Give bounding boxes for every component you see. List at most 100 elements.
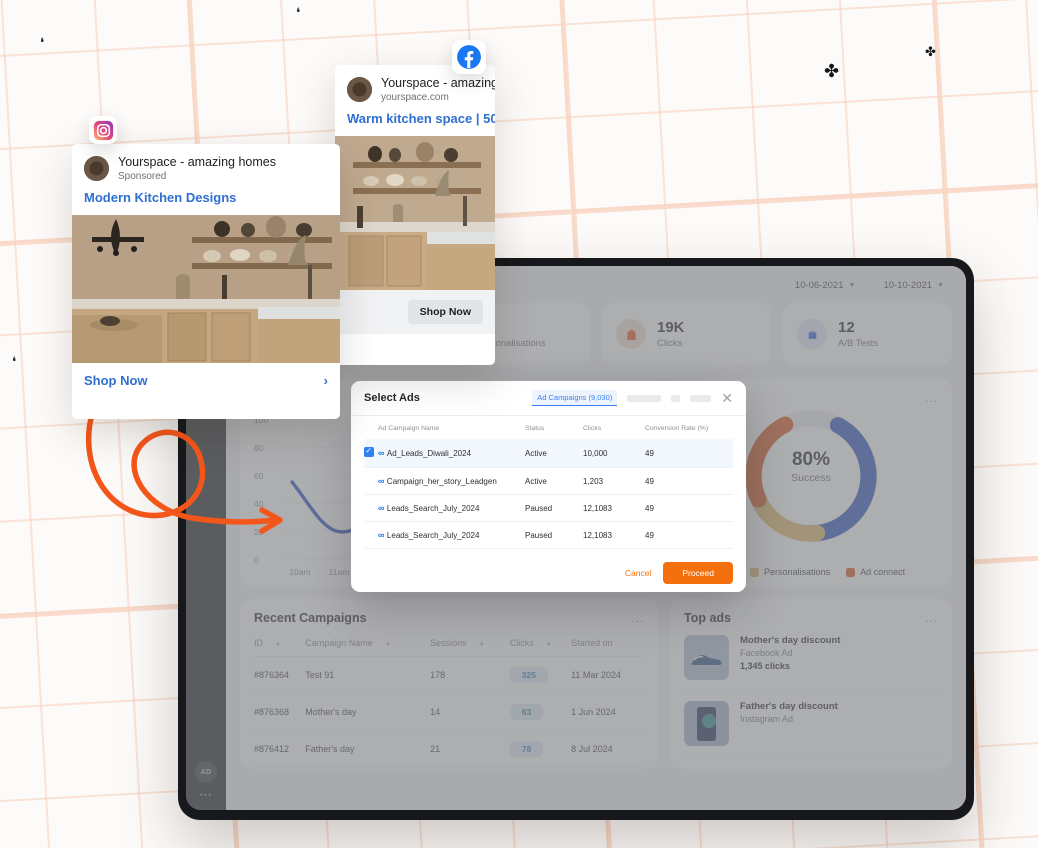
cell-clicks: 325 [509, 656, 572, 694]
column-header-name[interactable]: Campaign Name ▼ [305, 633, 431, 657]
sort-icon: ▼ [275, 642, 281, 648]
cell-cvr: 49 [645, 494, 733, 522]
column-header-id[interactable]: ID ▼ [254, 633, 306, 657]
tab-placeholder[interactable] [690, 394, 712, 402]
cell-clicks: 12,1083 [583, 494, 645, 522]
modal-body: Ad Campaign Name Status Clicks Conversio… [351, 416, 746, 554]
modal-header: Select Ads Ad Campaigns (9,030) ✕ [351, 381, 746, 416]
fb-ad-headline[interactable]: Warm kitchen space | 50% off [335, 108, 495, 136]
cell-status: Active [525, 439, 583, 468]
stat-card-ab-tests[interactable]: 12 A/B Tests [783, 303, 952, 365]
phone-thumbnail [684, 701, 729, 746]
stat-card-clicks[interactable]: 19K Clicks [602, 303, 771, 365]
cell-status: Paused [525, 521, 583, 549]
cell-id: #876364 [254, 656, 306, 694]
legend-item: Personalisations [750, 567, 830, 577]
top-ads-kebab-icon[interactable]: ... [925, 611, 938, 625]
table-row[interactable]: #876368 Mother's day 14 63 1 Jun 2024 [254, 693, 644, 731]
chevron-right-icon[interactable]: › [324, 373, 328, 388]
ads-column-status: Status [525, 425, 545, 432]
tab-placeholder[interactable] [627, 394, 662, 402]
cell-started: 1 Jun 2024 [571, 693, 644, 731]
cell-ad-name: ∞ Ad_Leads_Diwali_2024 [378, 439, 525, 468]
ig-ad-header: Yourspace - amazing homes Sponsored [72, 144, 340, 187]
tab-ad-campaigns[interactable]: Ad Campaigns (9,030) [532, 390, 618, 406]
clicks-badge: 63 [509, 704, 544, 720]
column-header-sessions[interactable]: Sessions ▼ [430, 633, 510, 657]
donut-kebab-icon[interactable]: ... [925, 391, 938, 405]
ads-column-clicks: Clicks [583, 425, 602, 432]
cell-name: Test 91 [305, 656, 431, 694]
table-row[interactable]: #876412 Father's day 21 78 8 Jul 2024 [254, 730, 644, 768]
ads-table-row[interactable]: ∞ Leads_Search_July_2024 Paused 12,1083 4… [364, 521, 733, 549]
cell-cvr: 49 [645, 467, 733, 495]
ads-table-header-row: Ad Campaign Name Status Clicks Conversio… [364, 416, 733, 439]
decorative-sparkle: ❛ [40, 35, 45, 50]
row-checkbox-cell[interactable] [364, 439, 378, 468]
cell-cvr: 49 [645, 439, 733, 468]
x-tick: 11am [328, 567, 350, 577]
proceed-button[interactable]: Proceed [663, 562, 733, 584]
phone-icon [697, 707, 716, 741]
row-checkbox-cell[interactable] [364, 467, 378, 495]
clicks-badge: 78 [509, 741, 544, 757]
table-row[interactable]: #876364 Test 91 178 325 11 Mar 2024 [254, 656, 644, 694]
column-header-started[interactable]: Started on [571, 633, 644, 657]
top-ads-title: Top ads [684, 611, 731, 625]
cell-cvr: 49 [645, 521, 733, 549]
row-checkbox-checked[interactable] [364, 446, 374, 457]
facebook-ad-card: Yourspace - amazing homes yourspace.com … [335, 65, 495, 365]
table-header-row: ID ▼ Campaign Name ▼ Sessions ▼ Clicks ▼ Sta… [254, 633, 644, 657]
ads-table-row[interactable]: ∞ Leads_Search_July_2024 Paused 12,1083 4… [364, 494, 733, 522]
lower-row: Recent Campaigns ... ID ▼ Campaign Name ▼ … [240, 599, 952, 769]
cell-ad-name: ∞ Leads_Search_July_2024 [378, 494, 525, 522]
select-ads-modal: Select Ads Ad Campaigns (9,030) ✕ Ad Cam… [351, 381, 746, 592]
ig-ad-headline[interactable]: Modern Kitchen Designs [72, 187, 340, 215]
shoe-icon [691, 655, 722, 665]
y-tick: 0 [254, 555, 259, 565]
shoe-thumbnail [684, 635, 729, 680]
cell-sessions: 14 [430, 693, 510, 731]
fb-ad-meta: yourspace.com [381, 92, 449, 103]
close-icon[interactable]: ✕ [721, 391, 733, 405]
ads-table-row[interactable]: ∞ Campaign_her_story_Leadgen Active 1,203… [364, 467, 733, 495]
date-range-end[interactable]: 10-10-2021 ▼ [883, 280, 944, 291]
meta-logo-icon: ∞ [378, 530, 384, 540]
legend-swatch [846, 567, 856, 577]
top-ad-title: Father's day discount [740, 701, 838, 712]
fb-advertiser-name: Yourspace - amazing homes [381, 76, 495, 90]
row-checkbox-cell[interactable] [364, 521, 378, 549]
top-ad-item[interactable]: Father's day discount Instagram Ad [684, 691, 938, 757]
top-ad-clicks: 1,345 clicks [740, 661, 791, 671]
top-ad-item[interactable]: Mother's day discount Facebook Ad 1,345 … [684, 625, 938, 691]
top-ad-title: Mother's day discount [740, 635, 841, 646]
cell-clicks: 1,203 [583, 467, 645, 495]
legend-item: Ad connect [846, 567, 905, 577]
top-ad-source: Instagram Ad [740, 714, 794, 724]
sidebar-avatar[interactable]: AD [195, 761, 217, 783]
tab-placeholder[interactable] [671, 394, 681, 402]
row-checkbox-cell[interactable] [364, 494, 378, 522]
column-header-clicks[interactable]: Clicks ▼ [509, 633, 572, 657]
fb-ad-footer: Shop Now [335, 290, 495, 334]
chevron-down-icon: ▼ [848, 282, 856, 289]
ads-table-row[interactable]: ∞Ad_Leads_Diwali_2024 Active 10,000 49 [364, 439, 733, 468]
sort-icon: ▼ [384, 642, 391, 648]
date-range-start[interactable]: 10-06-2021 ▼ [795, 280, 856, 291]
date-range-start-value: 10-06-2021 [794, 280, 844, 291]
top-ad-source: Facebook Ad [740, 648, 793, 658]
sidebar-more-icon[interactable]: ••• [200, 790, 212, 800]
advertiser-avatar [84, 156, 109, 181]
clicks-badge: 325 [509, 667, 548, 683]
cell-sessions: 21 [430, 730, 510, 768]
cell-status: Paused [525, 494, 583, 522]
legend-label: Personalisations [764, 567, 831, 577]
fb-shop-now-button[interactable]: Shop Now [407, 300, 483, 324]
ig-shop-now-link[interactable]: Shop Now [84, 373, 148, 388]
recent-campaigns-kebab-icon[interactable]: ... [631, 611, 644, 625]
cell-clicks: 78 [509, 730, 572, 768]
bag-icon [616, 319, 646, 349]
cell-name: Mother's day [305, 693, 431, 731]
stat-value: 12 [838, 319, 855, 337]
cancel-button[interactable]: Cancel [625, 568, 651, 578]
